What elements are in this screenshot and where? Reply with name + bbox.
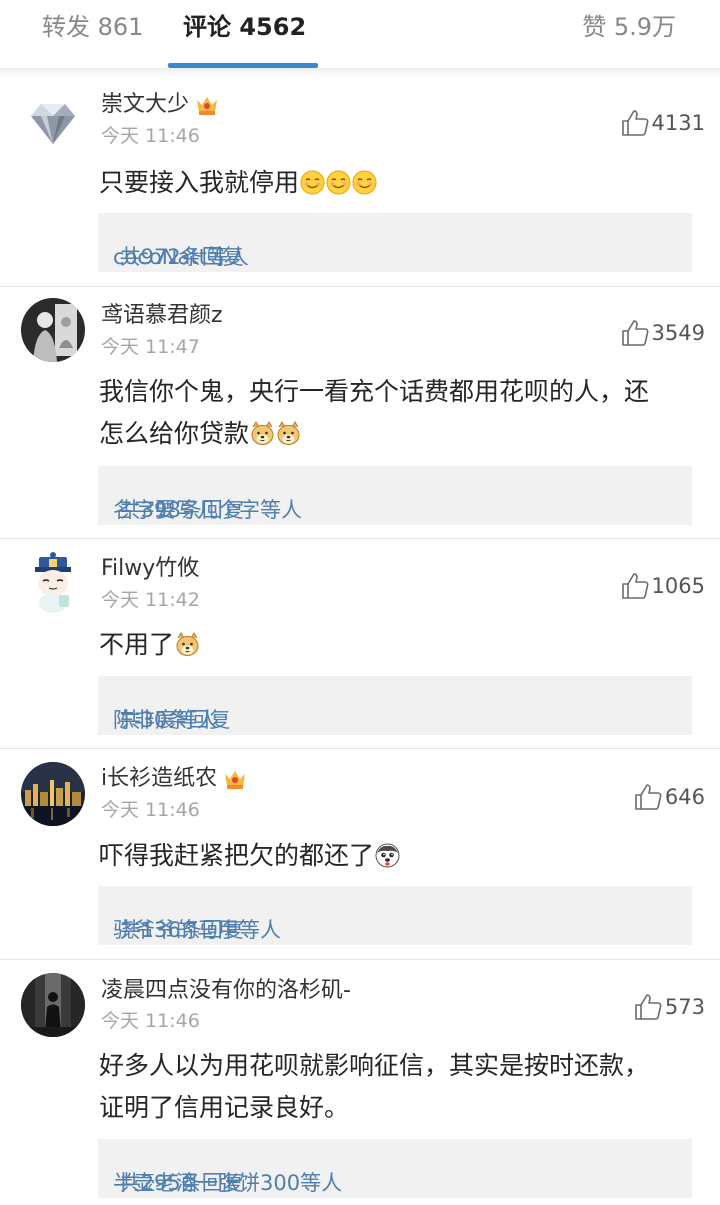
username[interactable]: 凌晨四点没有你的洛杉矶- xyxy=(101,977,351,1005)
reply-users[interactable]: cocoNatt等人 共972条回复 xyxy=(113,228,249,269)
reply-preview[interactable]: cocoNatt等人 共972条回复 xyxy=(98,213,692,272)
username-text[interactable]: 崇文大少 xyxy=(101,92,189,117)
comment-time: 今天 11:46 xyxy=(101,799,200,821)
comment-tab-bar: 转发 861 评论 4562 赞 5.9万 xyxy=(0,0,720,68)
vip-crown-icon xyxy=(223,768,247,790)
thumbs-up-icon xyxy=(633,992,663,1022)
reply-users[interactable]: 半壶老酒一张饼300等人 共295条回复 xyxy=(113,1154,342,1195)
comment-text-line: 不用了 xyxy=(99,630,175,659)
comment-text: 好多人以为用花呗就影响征信，其实是按时还款， 证明了信用记录良好。 xyxy=(99,1045,699,1129)
like-button[interactable]: 1065 xyxy=(620,569,705,603)
comment-text-line: 我信你个鬼，央行一看充个话费都用花呗的人，还 xyxy=(99,377,650,406)
tab-comment[interactable]: 评论 4562 xyxy=(183,12,306,42)
smile-emoji-icon xyxy=(300,170,325,195)
like-button[interactable]: 646 xyxy=(633,780,705,814)
divider xyxy=(0,538,720,539)
city-night-avatar[interactable] xyxy=(21,762,85,826)
tab-like[interactable]: 赞 5.9万 xyxy=(582,12,676,42)
reply-count[interactable]: 共295条回复 xyxy=(120,1169,244,1197)
reply-users[interactable]: 陈非宸等人 共30条回复 xyxy=(113,691,230,732)
like-button[interactable]: 4131 xyxy=(620,106,705,140)
thumbs-up-icon xyxy=(633,782,663,812)
doge-emoji-icon xyxy=(276,421,301,446)
divider xyxy=(0,286,720,287)
comment-time: 今天 11:42 xyxy=(101,589,200,611)
divider xyxy=(0,748,720,749)
thumbs-up-icon xyxy=(620,108,650,138)
like-button[interactable]: 573 xyxy=(633,990,705,1024)
doge-emoji-icon xyxy=(175,632,200,657)
tabbar-shadow xyxy=(0,68,720,78)
like-count: 646 xyxy=(664,785,705,809)
comment-time: 今天 11:46 xyxy=(101,1010,200,1032)
portrait-avatar[interactable] xyxy=(21,298,85,362)
doge-emoji-icon xyxy=(250,421,275,446)
username[interactable]: i长衫造纸农 xyxy=(101,765,247,793)
comment-time: 今天 11:46 xyxy=(101,125,200,147)
vip-crown-icon xyxy=(195,94,219,116)
comment-text-line: 证明了信用记录良好。 xyxy=(99,1093,350,1122)
tab-repost[interactable]: 转发 861 xyxy=(42,12,143,42)
reply-users[interactable]: 骁爷爷的马甲等人 共136条回复 xyxy=(113,901,281,942)
reply-count[interactable]: 共30条回复 xyxy=(120,706,231,734)
husky-emoji-icon xyxy=(375,843,400,868)
like-count: 4131 xyxy=(651,111,705,135)
reply-count[interactable]: 共972条回复 xyxy=(120,243,244,271)
divider xyxy=(0,959,720,960)
thumbs-up-icon xyxy=(620,571,650,601)
reply-count[interactable]: 共136条回复 xyxy=(120,916,244,944)
like-count: 3549 xyxy=(651,321,705,345)
reply-preview[interactable]: 名字要写几个字等人 共398条回复 xyxy=(98,466,692,525)
reply-preview[interactable]: 骁爷爷的马甲等人 共136条回复 xyxy=(98,886,692,945)
reply-preview[interactable]: 陈非宸等人 共30条回复 xyxy=(98,676,692,735)
silhouette-avatar[interactable] xyxy=(21,973,85,1037)
comment-text: 不用了 xyxy=(99,624,699,666)
comment-text: 只要接入我就停用 xyxy=(99,162,699,204)
diamond-avatar[interactable] xyxy=(21,92,85,156)
reply-users[interactable]: 名字要写几个字等人 共398条回复 xyxy=(113,481,302,522)
comment-text-line: 怎么给你贷款 xyxy=(99,419,250,448)
comment-text-line: 吓得我赶紧把欠的都还了 xyxy=(99,841,375,870)
like-button[interactable]: 3549 xyxy=(620,316,705,350)
reply-preview[interactable]: 半壶老酒一张饼300等人 共295条回复 xyxy=(98,1139,692,1198)
comment-text: 我信你个鬼，央行一看充个话费都用花呗的人，还 怎么给你贷款 xyxy=(99,371,699,455)
comment-text-line: 只要接入我就停用 xyxy=(99,168,300,197)
smile-emoji-icon xyxy=(352,170,377,195)
reply-count[interactable]: 共398条回复 xyxy=(120,496,244,524)
username[interactable]: Filwy竹攸 xyxy=(101,555,199,583)
smile-emoji-icon xyxy=(326,170,351,195)
comment-text: 吓得我赶紧把欠的都还了 xyxy=(99,835,699,877)
username-text[interactable]: i长衫造纸农 xyxy=(101,766,217,791)
comment-text-line: 好多人以为用花呗就影响征信，其实是按时还款， xyxy=(99,1051,650,1080)
cartoon-avatar[interactable] xyxy=(21,551,85,615)
username[interactable]: 鸢语慕君颜z xyxy=(101,302,223,330)
like-count: 573 xyxy=(664,995,705,1019)
like-count: 1065 xyxy=(651,574,705,598)
comment-time: 今天 11:47 xyxy=(101,336,200,358)
thumbs-up-icon xyxy=(620,318,650,348)
username[interactable]: 崇文大少 xyxy=(101,91,219,119)
